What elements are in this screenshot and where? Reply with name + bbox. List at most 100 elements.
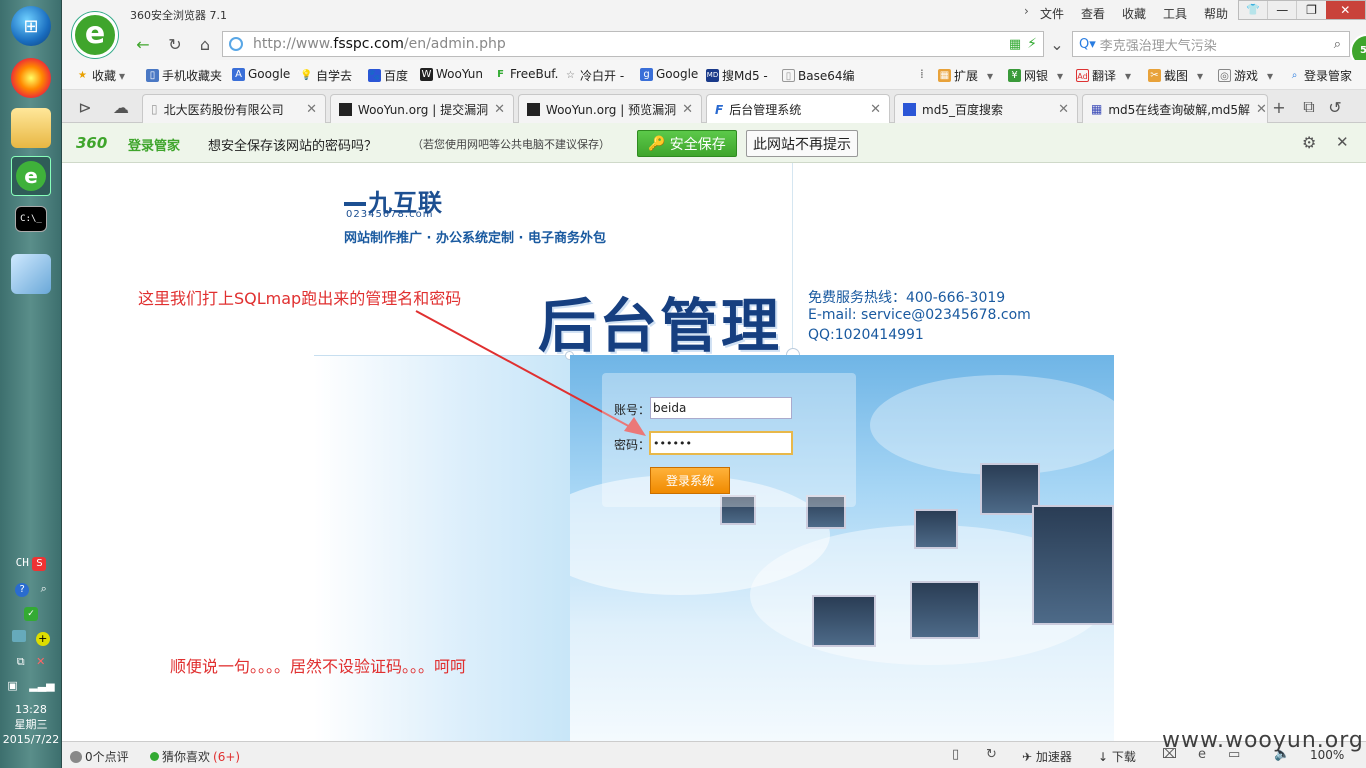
menu-help[interactable]: 帮助 — [1204, 5, 1228, 22]
maximize-button[interactable]: ❐ — [1296, 1, 1325, 19]
ext-games[interactable]: ◎ 游戏 ▾ — [1218, 67, 1273, 84]
clipboard-icon[interactable]: ▣ — [7, 679, 17, 692]
tab-close-icon[interactable]: ✕ — [682, 102, 693, 117]
menu-file[interactable]: 文件 — [1040, 5, 1064, 22]
tab-close-icon[interactable]: ✕ — [1058, 102, 1069, 117]
tab-list-icon[interactable]: ⧉ — [1298, 96, 1320, 118]
contact-email: E-mail: service@02345678.com — [808, 307, 1031, 323]
company-slogan: 网站制作推广 · 办公系统定制 · 电子商务外包 — [344, 231, 606, 246]
shield-icon[interactable]: ✓ — [24, 607, 38, 621]
history-icon[interactable]: ↻ — [986, 747, 997, 762]
menu-tools[interactable]: 工具 — [1163, 5, 1187, 22]
tab-md5-baidu[interactable]: md5_百度搜索 ✕ — [894, 94, 1078, 123]
minimize-button[interactable]: — — [1267, 1, 1296, 19]
tab-close-icon[interactable]: ✕ — [306, 102, 317, 117]
bulb-icon: 💡 — [300, 70, 313, 81]
laptop-icon — [1032, 505, 1114, 625]
wooyun-icon — [339, 102, 352, 116]
skin-icon[interactable]: 👕 — [1239, 1, 1267, 19]
cmd-icon[interactable]: C:\_ — [15, 206, 47, 232]
fav-base64[interactable]: ▯ Base64编 — [782, 67, 855, 84]
sogou-icon[interactable]: S — [32, 557, 47, 571]
plus-icon[interactable]: + — [35, 632, 50, 646]
tab-beida[interactable]: ▯ 北大医药股份有限公司 ✕ — [142, 94, 326, 123]
fav-google-2[interactable]: g Google — [640, 67, 698, 81]
fav-baidu[interactable]: 🐾 百度 — [368, 67, 408, 84]
ext-login-manager[interactable]: ⌕ 登录管家 — [1288, 67, 1352, 84]
brand-360: 360 — [76, 134, 108, 152]
help-icon[interactable]: ? — [15, 583, 30, 597]
address-row: e ← ↻ ⌂ http://www. fsspc.com/en/admin.ph… — [62, 12, 1366, 68]
menu-view[interactable]: 查看 — [1081, 5, 1105, 22]
password-input[interactable]: •••••• — [649, 431, 793, 455]
back-icon[interactable]: ← — [132, 33, 154, 55]
download[interactable]: ↓ 下载 — [1098, 748, 1136, 765]
dropdown-icon[interactable]: ⌄ — [1046, 33, 1068, 55]
close-button[interactable]: ✕ — [1325, 1, 1366, 19]
fav-md5[interactable]: MD 搜Md5 - — [706, 67, 768, 84]
tab-wooyun-submit[interactable]: WooYun.org | 提交漏洞 ✕ — [330, 94, 514, 123]
tray-lang[interactable]: CH S — [0, 556, 62, 571]
search-input[interactable]: 李克强治理大气污染 — [1100, 35, 1217, 54]
search-engine-icon[interactable]: Q▾ — [1079, 37, 1096, 52]
360-browser-icon[interactable]: e — [11, 156, 51, 196]
fav-wooyun[interactable]: W WooYun — [420, 67, 483, 81]
search-box[interactable]: Q▾ 李克强治理大气污染 ⌕ — [1072, 31, 1350, 57]
tray-clock[interactable]: 13:28 星期三 2015/7/22 — [0, 702, 62, 747]
tab-close-icon[interactable]: ✕ — [494, 102, 505, 117]
tab-wooyun-preview[interactable]: WooYun.org | 预览漏洞 ✕ — [518, 94, 702, 123]
menu-arrow-icon[interactable]: › — [1024, 4, 1029, 18]
tab-admin-system[interactable]: F 后台管理系统 ✕ — [706, 94, 890, 124]
search-icon[interactable]: ⌕ — [1334, 37, 1341, 52]
refresh-icon[interactable]: ↻ — [164, 33, 186, 55]
fav-freebuf[interactable]: F FreeBuf. — [494, 67, 558, 81]
ext-translate[interactable]: Ad 翻译 ▾ — [1076, 67, 1131, 84]
globe-icon — [229, 37, 243, 51]
lang-indicator[interactable]: CH — [16, 556, 29, 569]
tab-close-icon[interactable]: ✕ — [870, 102, 881, 117]
fav-lengbaikai[interactable]: ☆ 冷白开 - — [564, 67, 624, 84]
settings-gear-icon[interactable]: ⚙ — [1302, 133, 1316, 152]
never-prompt-button[interactable]: 此网站不再提示 — [746, 130, 858, 157]
qr-icon[interactable]: ▦ — [1009, 37, 1021, 52]
undo-close-icon[interactable]: ↺ — [1324, 96, 1346, 118]
account-input[interactable]: beida — [650, 397, 792, 419]
360-logo-icon[interactable]: e — [72, 12, 118, 58]
baidu-paw-icon — [903, 102, 916, 116]
sidebar-toggle-icon[interactable]: ⊳ — [74, 96, 96, 118]
mobile-icon[interactable]: ▯ — [952, 747, 959, 762]
notepad-icon[interactable] — [11, 254, 51, 294]
new-tab-icon[interactable]: + — [1268, 96, 1290, 118]
fav-zixuequ[interactable]: 💡 自学去 — [300, 67, 352, 84]
network-device-icon[interactable] — [12, 630, 27, 642]
safe-save-button[interactable]: 🔑 安全保存 — [637, 130, 737, 157]
fav-mobile[interactable]: ▯ 手机收藏夹 — [146, 67, 222, 84]
phone-icon: ▯ — [146, 69, 159, 82]
ext-bank[interactable]: ¥ 网银 ▾ — [1008, 67, 1063, 84]
address-bar[interactable]: http://www. fsspc.com/en/admin.php ▦ ⚡ — [222, 31, 1044, 57]
tray-small-icon[interactable]: ⌕ — [41, 582, 47, 595]
menu-favorites[interactable]: 收藏 — [1122, 5, 1146, 22]
remove-icon[interactable]: ✕ — [36, 655, 45, 668]
pinned-app-icon[interactable] — [11, 58, 51, 98]
accelerator[interactable]: ✈ 加速器 — [1022, 748, 1072, 765]
signal-icon[interactable]: ▂▃▅ — [29, 679, 54, 692]
login-button[interactable]: 登录系统 — [650, 467, 730, 494]
ext-extensions[interactable]: ▦ 扩展 ▾ — [938, 67, 993, 84]
explorer-folder-icon[interactable] — [11, 108, 51, 148]
home-icon[interactable]: ⌂ — [194, 33, 216, 55]
tab-md5-crack[interactable]: ▦ md5在线查询破解,md5解 ✕ — [1082, 94, 1268, 123]
close-bar-icon[interactable]: ✕ — [1336, 133, 1349, 151]
ext-screenshot[interactable]: ✂ 截图 ▾ — [1148, 67, 1203, 84]
fav-google-1[interactable]: A Google — [232, 67, 290, 81]
fav-collect[interactable]: ★ 收藏 ▾ — [76, 67, 125, 84]
account-label: 账号： — [614, 403, 651, 417]
comments-count[interactable]: 0个点评 — [70, 748, 129, 765]
copy-icon[interactable]: ⧉ — [17, 655, 25, 668]
cloud-icon[interactable]: ☁ — [110, 96, 132, 118]
speed-icon[interactable]: ⚡ — [1027, 36, 1037, 52]
tab-close-icon[interactable]: ✕ — [1256, 102, 1267, 117]
start-orb-icon[interactable]: ⊞ — [11, 6, 51, 46]
guess-you-like[interactable]: 猜你喜欢 (6+) — [150, 748, 240, 765]
contact-qq: QQ:1020414991 — [808, 327, 924, 343]
